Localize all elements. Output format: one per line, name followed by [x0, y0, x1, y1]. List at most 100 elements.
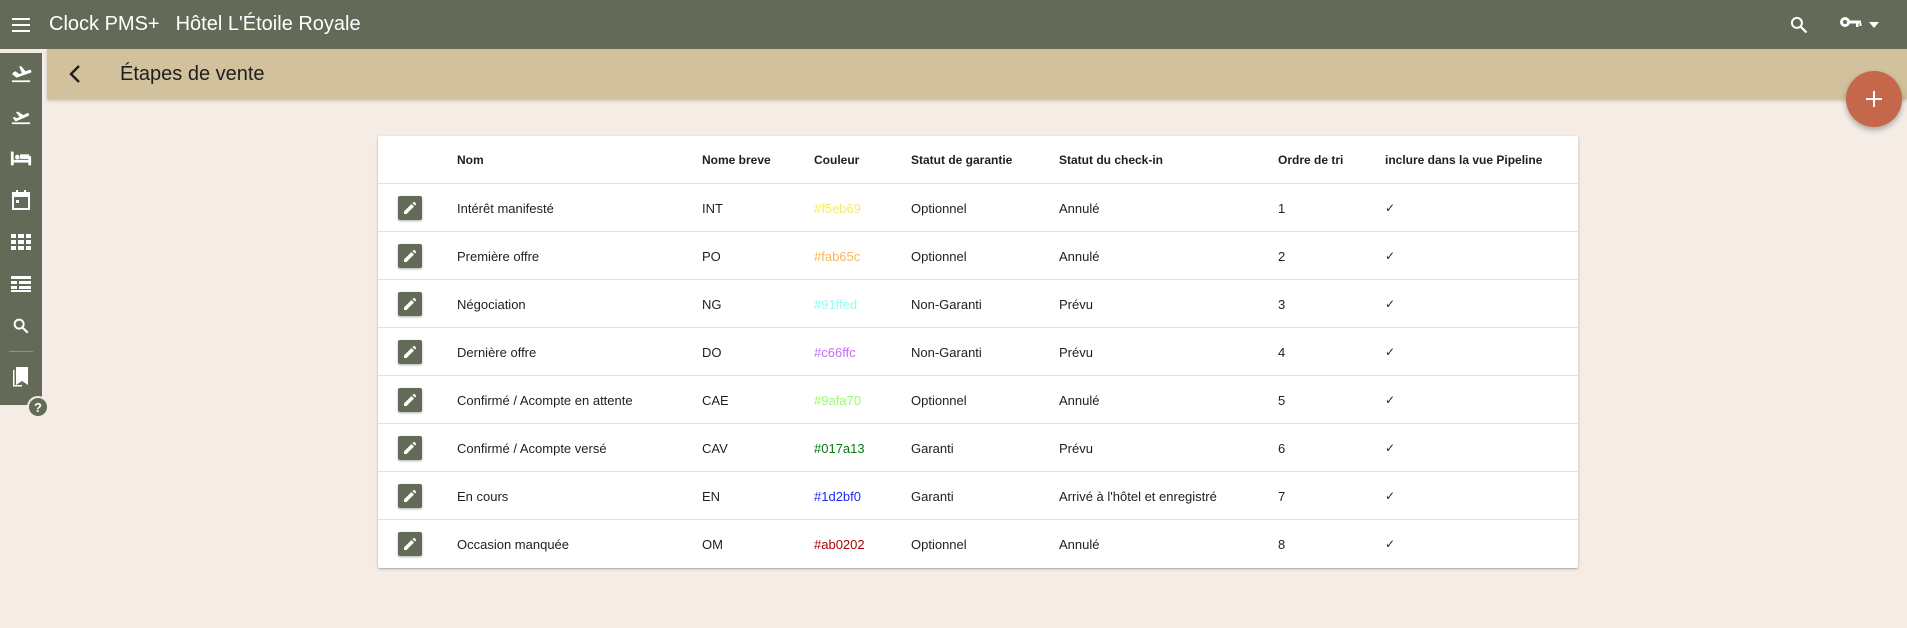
table-row: Dernière offre DO #c66ffc Non-Garanti Prévu 4…: [378, 328, 1578, 376]
stage-sort-order: 3: [1278, 296, 1286, 312]
menu-icon[interactable]: [0, 0, 42, 49]
table-row: En cours EN #1d2bf0 Garanti Arrivé à l'hôtel…: [378, 472, 1578, 520]
calendar-icon[interactable]: [0, 179, 42, 221]
bookmarks-icon[interactable]: [0, 356, 42, 398]
check-icon: ✓: [1385, 297, 1396, 311]
table-view-icon[interactable]: [0, 263, 42, 305]
stage-sort-order: 7: [1278, 488, 1286, 504]
stage-short-name: CAE: [702, 392, 729, 408]
stage-sort-order: 4: [1278, 344, 1286, 360]
check-icon: ✓: [1385, 249, 1396, 263]
check-icon: ✓: [1385, 201, 1396, 215]
app-name[interactable]: Clock PMS+: [49, 13, 160, 36]
search-icon[interactable]: [0, 305, 42, 347]
grid-view-icon[interactable]: [0, 221, 42, 263]
column-header-name[interactable]: Nom: [457, 136, 484, 184]
stage-checkin-status: Arrivé à l'hôtel et enregistré: [1059, 488, 1217, 504]
search-icon[interactable]: [1779, 0, 1819, 49]
pencil-icon: [398, 292, 422, 316]
chevron-down-icon: [1869, 21, 1879, 28]
arrivals-icon[interactable]: [0, 53, 42, 95]
stage-name: Occasion manquée: [457, 536, 570, 552]
stage-guarantee-status: Optionnel: [911, 536, 967, 552]
add-button[interactable]: [1846, 71, 1902, 127]
table-row: Confirmé / Acompte versé CAV #017a13 Garant…: [378, 424, 1578, 472]
stage-color: #fab65c: [814, 248, 861, 264]
stage-short-name: EN: [702, 488, 721, 504]
account-menu[interactable]: [1839, 14, 1879, 35]
stage-short-name: CAV: [702, 440, 728, 456]
stage-sort-order: 8: [1278, 536, 1286, 552]
help-icon[interactable]: ?: [27, 396, 49, 418]
stage-short-name: DO: [702, 344, 722, 360]
page-title: Étapes de vente: [120, 62, 265, 85]
stage-short-name: INT: [702, 200, 723, 216]
stage-checkin-status: Annulé: [1059, 392, 1100, 408]
stage-color: #9afa70: [814, 392, 861, 408]
pencil-icon: [398, 196, 422, 220]
pencil-icon: [398, 340, 422, 364]
column-header-color[interactable]: Couleur: [814, 136, 859, 184]
stage-name: En cours: [457, 488, 509, 504]
edit-button[interactable]: [398, 280, 422, 328]
check-icon: ✓: [1385, 393, 1396, 407]
plus-icon: [1866, 91, 1882, 107]
column-header-short-name[interactable]: Nome breve: [702, 136, 771, 184]
pencil-icon: [398, 388, 422, 412]
table-row: Négociation NG #91ffed Non-Garanti Prévu 3 ✓: [378, 280, 1578, 328]
stage-name: Confirmé / Acompte versé: [457, 440, 607, 456]
stage-short-name: PO: [702, 248, 721, 264]
column-header-guarantee[interactable]: Statut de garantie: [911, 136, 1012, 184]
edit-button[interactable]: [398, 232, 422, 280]
sales-stages-table: Nom Nome breve Couleur Statut de garanti…: [378, 136, 1578, 568]
stage-checkin-status: Prévu: [1059, 296, 1093, 312]
stage-checkin-status: Prévu: [1059, 344, 1093, 360]
pencil-icon: [398, 532, 422, 556]
stage-name: Dernière offre: [457, 344, 537, 360]
edit-button[interactable]: [398, 328, 422, 376]
table-row: Confirmé / Acompte en attente CAE #9afa70 O…: [378, 376, 1578, 424]
column-header-checkin[interactable]: Statut du check-in: [1059, 136, 1163, 184]
column-header-sort-order[interactable]: Ordre de tri: [1278, 136, 1343, 184]
stage-color: #017a13: [814, 440, 865, 456]
edit-button[interactable]: [398, 424, 422, 472]
rooms-bed-icon[interactable]: [0, 137, 42, 179]
top-app-bar: Clock PMS+ Hôtel L'Étoile Royale: [0, 0, 1907, 49]
edit-button[interactable]: [398, 376, 422, 424]
stage-guarantee-status: Optionnel: [911, 248, 967, 264]
stage-color: #1d2bf0: [814, 488, 861, 504]
stage-checkin-status: Annulé: [1059, 248, 1100, 264]
stage-guarantee-status: Optionnel: [911, 200, 967, 216]
edit-button[interactable]: [398, 520, 422, 568]
edit-button[interactable]: [398, 472, 422, 520]
stage-name: Confirmé / Acompte en attente: [457, 392, 633, 408]
stage-checkin-status: Annulé: [1059, 536, 1100, 552]
departures-icon[interactable]: [0, 95, 42, 137]
check-icon: ✓: [1385, 345, 1396, 359]
stage-name: Première offre: [457, 248, 540, 264]
column-header-pipeline[interactable]: inclure dans la vue Pipeline: [1385, 136, 1542, 184]
stage-guarantee-status: Garanti: [911, 488, 954, 504]
back-arrow-icon[interactable]: [55, 54, 95, 94]
stage-checkin-status: Prévu: [1059, 440, 1093, 456]
key-icon: [1839, 14, 1863, 35]
stage-name: Négociation: [457, 296, 526, 312]
stage-color: #c66ffc: [814, 344, 856, 360]
stage-sort-order: 2: [1278, 248, 1286, 264]
edit-button[interactable]: [398, 184, 422, 232]
pencil-icon: [398, 244, 422, 268]
hotel-name[interactable]: Hôtel L'Étoile Royale: [176, 13, 361, 36]
stage-sort-order: 1: [1278, 200, 1286, 216]
pencil-icon: [398, 484, 422, 508]
stage-guarantee-status: Non-Garanti: [911, 344, 982, 360]
table-row: Occasion manquée OM #ab0202 Optionnel Annulé…: [378, 520, 1578, 568]
stage-short-name: NG: [702, 296, 722, 312]
pencil-icon: [398, 436, 422, 460]
table-row: Première offre PO #fab65c Optionnel Annulé 2 ✓: [378, 232, 1578, 280]
stage-sort-order: 6: [1278, 440, 1286, 456]
page-header: Étapes de vente: [47, 49, 1907, 99]
stage-sort-order: 5: [1278, 392, 1286, 408]
stage-checkin-status: Annulé: [1059, 200, 1100, 216]
stage-short-name: OM: [702, 536, 723, 552]
stage-color: #91ffed: [814, 296, 858, 312]
